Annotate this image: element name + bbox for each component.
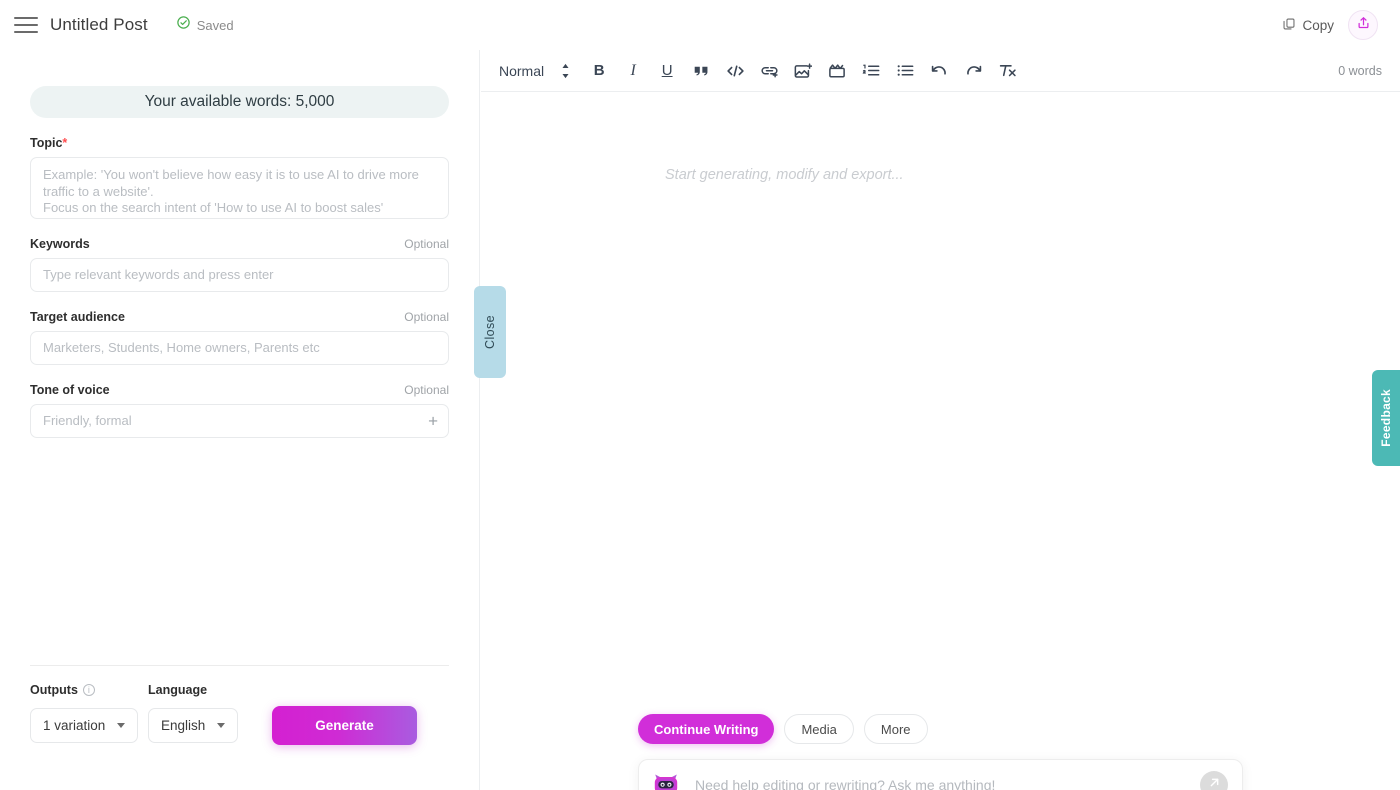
bullet-list-icon[interactable]	[888, 56, 922, 86]
keywords-input[interactable]: Type relevant keywords and press enter	[30, 258, 449, 292]
insert-video-icon[interactable]	[820, 56, 854, 86]
outputs-label-text: Outputs	[30, 683, 78, 697]
feedback-tab[interactable]: Feedback	[1372, 370, 1400, 466]
blockquote-icon[interactable]	[684, 56, 718, 86]
tone-of-voice-placeholder: Friendly, formal	[43, 413, 132, 430]
copy-button[interactable]: Copy	[1282, 17, 1334, 34]
editor-placeholder: Start generating, modify and export...	[665, 167, 904, 183]
clear-formatting-icon[interactable]	[990, 56, 1024, 86]
paragraph-style-select[interactable]: Normal	[499, 63, 544, 79]
field-target-audience: Target audience Optional Marketers, Stud…	[30, 310, 449, 365]
copy-icon	[1282, 17, 1296, 34]
field-topic: Topic* Example: 'You won't believe how e…	[30, 136, 449, 219]
field-target-audience-label: Target audience	[30, 310, 125, 324]
assistant-mascot-icon	[653, 773, 679, 790]
insert-image-icon[interactable]	[786, 56, 820, 86]
generate-button[interactable]: Generate	[272, 706, 417, 745]
field-topic-label-text: Topic	[30, 136, 62, 150]
field-tone-of-voice-optional: Optional	[404, 383, 449, 397]
outputs-label: Outputs i	[30, 683, 148, 697]
undo-icon[interactable]	[922, 56, 956, 86]
field-target-audience-header: Target audience Optional	[30, 310, 449, 324]
sidebar-divider	[30, 665, 449, 666]
status-label: Saved	[197, 18, 234, 33]
sidebar-panel: Your available words: 5,000 Topic* Examp…	[0, 50, 480, 790]
field-target-audience-optional: Optional	[404, 310, 449, 324]
updown-caret-icon[interactable]	[548, 56, 582, 86]
editor-canvas[interactable]: Start generating, modify and export... C…	[481, 92, 1400, 790]
outputs-select-value: 1 variation	[43, 718, 105, 733]
tone-of-voice-input[interactable]: Friendly, formal	[30, 404, 449, 438]
field-keywords-label: Keywords	[30, 237, 90, 251]
share-upload-icon	[1356, 15, 1371, 35]
copy-button-label: Copy	[1302, 18, 1334, 33]
available-words-banner: Your available words: 5,000	[30, 86, 449, 118]
page-title[interactable]: Untitled Post	[50, 15, 148, 35]
language-label: Language	[148, 683, 207, 697]
keywords-placeholder: Type relevant keywords and press enter	[43, 267, 274, 284]
send-button[interactable]	[1200, 771, 1228, 790]
field-keywords-header: Keywords Optional	[30, 237, 449, 251]
media-button[interactable]: Media	[784, 714, 853, 744]
more-button[interactable]: More	[864, 714, 928, 744]
code-block-icon[interactable]	[718, 56, 752, 86]
tone-of-voice-wrapper: Friendly, formal +	[30, 404, 449, 438]
assistant-chat-placeholder: Need help editing or rewriting? Ask me a…	[695, 777, 995, 790]
chevron-down-icon	[117, 723, 125, 728]
field-tone-of-voice: Tone of voice Optional Friendly, formal …	[30, 383, 449, 438]
close-panel-tab[interactable]: Close	[474, 286, 506, 378]
outputs-select[interactable]: 1 variation	[30, 708, 138, 743]
top-bar-actions: Copy	[1282, 10, 1378, 40]
editor-panel: Normal B I U	[481, 50, 1400, 790]
status-badge: Saved	[176, 15, 234, 35]
bold-icon[interactable]: B	[582, 56, 616, 86]
insert-link-icon[interactable]	[752, 56, 786, 86]
field-tone-of-voice-label: Tone of voice	[30, 383, 110, 397]
assistant-chat-input[interactable]: Need help editing or rewriting? Ask me a…	[695, 777, 1200, 790]
generation-controls-row: 1 variation English Generate	[30, 706, 450, 745]
check-circle-icon	[176, 15, 191, 35]
generation-controls: Outputs i Language 1 variation English G…	[30, 683, 450, 745]
language-select[interactable]: English	[148, 708, 238, 743]
assistant-chat-bar: Need help editing or rewriting? Ask me a…	[638, 759, 1243, 790]
hamburger-icon[interactable]	[14, 13, 38, 37]
topic-input[interactable]: Example: 'You won't believe how easy it …	[30, 157, 449, 219]
underline-icon[interactable]: U	[650, 56, 684, 86]
language-select-value: English	[161, 718, 205, 733]
target-audience-placeholder: Marketers, Students, Home owners, Parent…	[43, 340, 320, 357]
field-tone-of-voice-header: Tone of voice Optional	[30, 383, 449, 397]
redo-icon[interactable]	[956, 56, 990, 86]
hamburger-line	[14, 31, 38, 33]
hamburger-line	[14, 24, 38, 26]
hamburger-line	[14, 17, 38, 19]
field-keywords-optional: Optional	[404, 237, 449, 251]
italic-icon[interactable]: I	[616, 56, 650, 86]
app-root: Untitled Post Saved Copy	[0, 0, 1400, 790]
send-arrow-icon	[1207, 775, 1222, 790]
share-button[interactable]	[1348, 10, 1378, 40]
topic-placeholder-line1: Example: 'You won't believe how easy it …	[43, 167, 436, 200]
editor-toolbar: Normal B I U	[481, 50, 1400, 92]
close-panel-tab-label: Close	[483, 315, 497, 349]
target-audience-input[interactable]: Marketers, Students, Home owners, Parent…	[30, 331, 449, 365]
required-asterisk: *	[62, 136, 67, 150]
top-bar: Untitled Post Saved Copy	[0, 0, 1400, 50]
plus-icon[interactable]: +	[428, 413, 438, 430]
word-count: 0 words	[1338, 64, 1382, 78]
generation-controls-labels: Outputs i Language	[30, 683, 450, 697]
field-keywords: Keywords Optional Type relevant keywords…	[30, 237, 449, 292]
field-topic-header: Topic*	[30, 136, 449, 150]
field-topic-label: Topic*	[30, 136, 67, 150]
info-icon[interactable]: i	[83, 684, 95, 696]
feedback-tab-label: Feedback	[1379, 389, 1393, 447]
topic-placeholder-line2: Focus on the search intent of 'How to us…	[43, 200, 436, 217]
ordered-list-icon[interactable]	[854, 56, 888, 86]
chevron-down-icon	[217, 723, 225, 728]
continue-writing-button[interactable]: Continue Writing	[638, 714, 774, 744]
editor-action-row: Continue Writing Media More	[638, 714, 928, 744]
